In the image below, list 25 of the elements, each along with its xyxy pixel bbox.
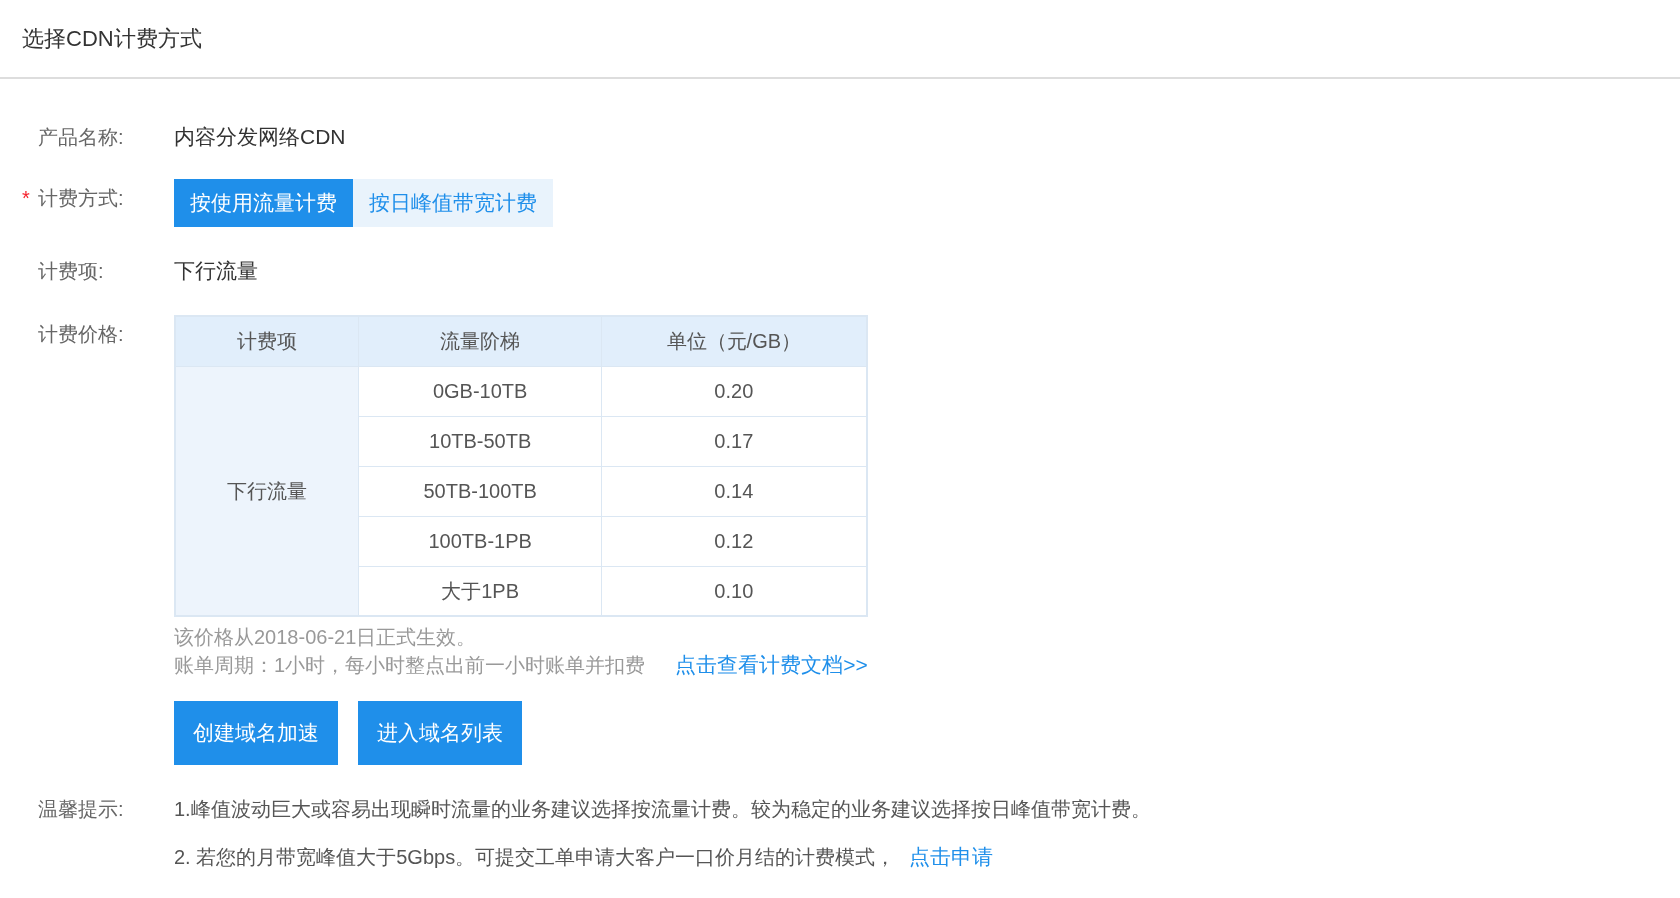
table-cell: 0GB-10TB <box>358 366 602 416</box>
field-label: 计费方式: <box>38 186 124 211</box>
billing-item-value: 下行流量 <box>174 258 258 285</box>
billing-cycle-note: 账单周期：1小时，每小时整点出前一小时账单并扣费 <box>174 653 646 678</box>
table-cell: 10TB-50TB <box>358 416 602 466</box>
billing-doc-link[interactable]: 点击查看计费文档>> <box>675 651 868 679</box>
field-label: 温馨提示: <box>38 797 124 822</box>
field-label: 产品名称: <box>38 125 124 150</box>
effective-note: 该价格从2018-06-21日正式生效。 <box>174 625 478 650</box>
field-label: 计费项: <box>38 259 104 284</box>
tip-text: 1.峰值波动巨大或容易出现瞬时流量的业务建议选择按流量计费。较为稳定的业务建议选择按日峰值带宽计费。 <box>174 797 1151 822</box>
action-button[interactable]: 进入域名列表 <box>358 701 522 765</box>
product-name: 内容分发网络CDN <box>174 124 346 151</box>
table-cell: 100TB-1PB <box>358 516 602 566</box>
tip-text: 2. 若您的月带宽峰值大于5Gbps。可提交工单申请大客户一口价月结的计费模式， <box>174 845 896 870</box>
table-cell: 下行流量 <box>175 366 359 616</box>
required-mark: * <box>22 186 31 211</box>
column-header: 计费项 <box>175 316 359 366</box>
column-header: 流量阶梯 <box>358 316 602 366</box>
apply-link[interactable]: 点击申请 <box>909 841 994 873</box>
page-title: 选择CDN计费方式 <box>22 25 202 53</box>
billing-tab[interactable]: 按使用流量计费 <box>174 179 353 227</box>
field-label: 计费价格: <box>38 322 124 347</box>
table-cell: 50TB-100TB <box>358 466 602 516</box>
action-button[interactable]: 创建域名加速 <box>174 701 338 765</box>
